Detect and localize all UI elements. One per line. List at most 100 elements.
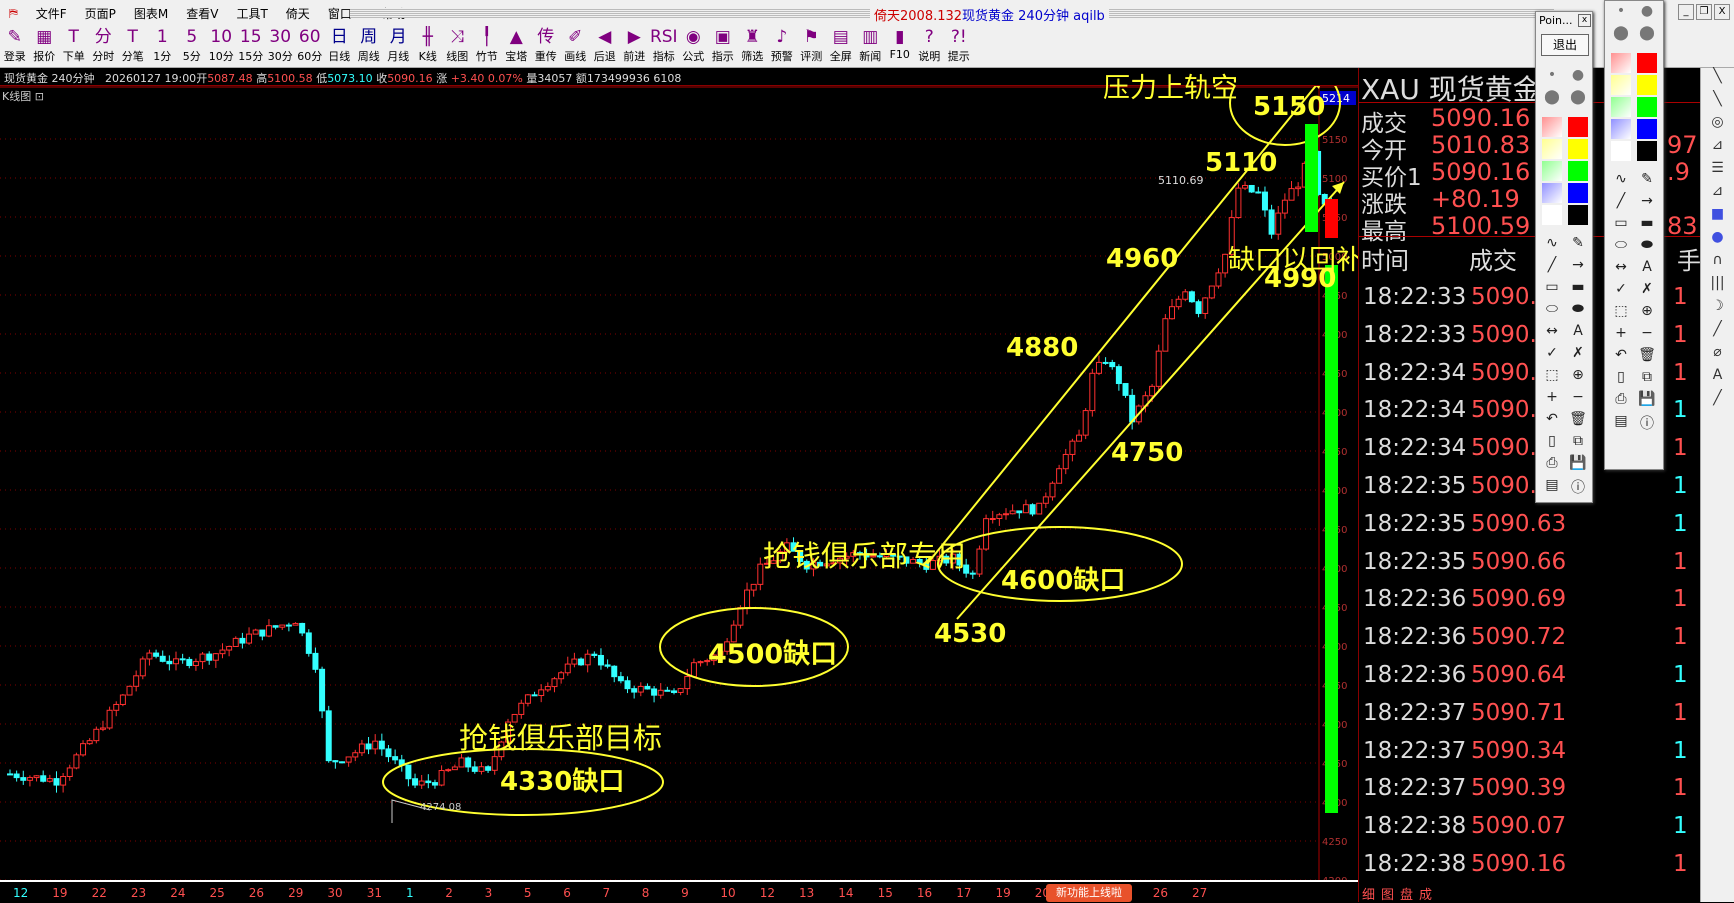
draw-tool-icon[interactable]: ⬚ [1540,367,1564,383]
color-swatch[interactable] [1542,117,1562,137]
color-swatch[interactable] [1637,97,1657,117]
draw-tool-icon[interactable]: ⎙ [1540,455,1564,471]
palette-close-icon[interactable]: x [1578,14,1591,27]
draw-tool-icon[interactable]: → [1566,257,1590,273]
toolbar-button[interactable]: ✎ 登录 [0,26,30,67]
color-swatch[interactable] [1568,161,1588,181]
toolbar-button[interactable]: 5 5分 [177,26,207,67]
toolbar-button[interactable]: ╿ 竹节 [472,26,502,67]
toolbar-button[interactable]: RSI 指标 [649,26,679,67]
color-swatch[interactable] [1611,75,1631,95]
toolbar-button[interactable]: ▲ 宝塔 [502,26,532,67]
toolbar-button[interactable]: 30 30分 [266,26,296,67]
draw-tool-icon[interactable]: ✎ [1635,171,1659,187]
draw-tool-icon[interactable]: ╲ [1701,91,1734,114]
draw-tool-icon[interactable]: + [1540,389,1564,405]
pen-size-icon[interactable]: ⬤ [1540,89,1564,105]
draw-tool-icon[interactable]: ↶ [1609,347,1633,363]
color-swatch[interactable] [1637,53,1657,73]
draw-tool-icon[interactable]: ∩ [1701,252,1734,275]
toolbar-button[interactable]: ⤨ 线图 [443,26,473,67]
color-swatch[interactable] [1542,139,1562,159]
menu-item[interactable]: 查看V [186,5,218,22]
restore-button[interactable]: ❐ [1696,4,1712,20]
toolbar-button[interactable]: ▦ 报价 [30,26,60,67]
close-button[interactable]: X [1714,4,1730,20]
draw-tool-icon[interactable]: ▯ [1609,369,1633,385]
draw-tool-icon[interactable]: ⬬ [1566,301,1590,317]
draw-tool-icon[interactable]: ✗ [1635,281,1659,297]
draw-tool-icon[interactable]: A [1701,367,1734,390]
draw-tool-icon[interactable]: 💾 [1635,391,1659,407]
draw-tool-icon[interactable]: ✓ [1540,345,1564,361]
color-swatch[interactable] [1611,141,1631,161]
toolbar-button[interactable]: ?! 提示 [944,26,974,67]
toolbar-button[interactable]: ✐ 画线 [561,26,591,67]
draw-tool-icon[interactable]: ⊿ [1701,137,1734,160]
draw-tool-icon[interactable]: ✓ [1609,281,1633,297]
pen-size-icon[interactable]: • [1540,67,1564,83]
menu-item[interactable]: 工具T [236,5,267,22]
color-swatch[interactable] [1542,183,1562,203]
draw-tool-icon[interactable]: ▭ [1540,279,1564,295]
toolbar-button[interactable]: ▥ 新闻 [856,26,886,67]
toolbar-button[interactable]: 日日线 [325,26,355,67]
toolbar-button[interactable]: 1 1分 [148,26,178,67]
draw-tool-icon[interactable]: A [1566,323,1590,339]
draw-tool-icon[interactable]: ▬ [1566,279,1590,295]
draw-tool-icon[interactable]: ↶ [1540,411,1564,427]
toolbar-button[interactable]: 10 10分 [207,26,237,67]
toolbar-button[interactable]: 传重传 [531,26,561,67]
toolbar-button[interactable]: ▮ F10 [885,26,915,67]
draw-tool-icon[interactable]: ⬬ [1635,237,1659,253]
pen-size-icon[interactable]: ● [1635,3,1659,19]
minimize-button[interactable]: _ [1678,4,1694,20]
draw-tool-icon[interactable]: − [1566,389,1590,405]
draw-tool-icon[interactable]: ⓘ [1566,477,1590,497]
draw-tool-icon[interactable]: ∿ [1540,235,1564,251]
draw-tool-icon[interactable]: ||| [1701,275,1734,298]
menu-item[interactable]: 文件F [36,5,67,22]
draw-tool-icon[interactable]: → [1635,193,1659,209]
toolbar-button[interactable]: ▶ 前进 [620,26,650,67]
menu-item[interactable]: 图表M [134,5,168,22]
toolbar-button[interactable]: 60 60分 [295,26,325,67]
toolbar-button[interactable]: 月月线 [384,26,414,67]
color-swatch[interactable] [1637,119,1657,139]
color-swatch[interactable] [1611,53,1631,73]
draw-tool-icon[interactable]: ╱ [1701,321,1734,344]
toolbar-button[interactable]: ⚑ 评测 [797,26,827,67]
toolbar-button[interactable]: ? 说明 [915,26,945,67]
draw-tool-icon[interactable]: ╲ [1701,68,1734,91]
color-swatch[interactable] [1542,161,1562,181]
draw-tool-icon[interactable]: ◎ [1701,114,1734,137]
draw-tool-icon[interactable]: 💾 [1566,455,1590,471]
draw-tool-icon[interactable]: − [1635,325,1659,341]
toolbar-button[interactable]: ╫ K线 [413,26,443,67]
toolbar-button[interactable]: ♜ 筛选 [738,26,768,67]
draw-tool-icon[interactable]: ✎ [1566,235,1590,251]
draw-tool-icon[interactable]: ☰ [1701,160,1734,183]
draw-tool-icon[interactable]: ⧉ [1635,369,1659,385]
new-feature-badge[interactable]: 新功能上线啦 [1046,884,1132,902]
toolbar-button[interactable]: ♪ 预警 [767,26,797,67]
kline-chart[interactable]: 5150510050505000495049004850480047504700… [0,86,1358,880]
pen-size-icon[interactable]: ● [1566,67,1590,83]
draw-tool-icon[interactable]: ↔ [1609,259,1633,275]
draw-tool-icon[interactable]: ✗ [1566,345,1590,361]
pen-size-icon[interactable]: ⬤ [1566,89,1590,105]
color-swatch[interactable] [1637,75,1657,95]
exit-button[interactable]: 退出 [1541,34,1589,56]
draw-tool-icon[interactable]: + [1609,325,1633,341]
draw-tool-icon[interactable]: ↔ [1540,323,1564,339]
draw-tool-icon[interactable]: ⬭ [1540,301,1564,317]
toolbar-button[interactable]: T 分笔 [118,26,148,67]
color-swatch[interactable] [1568,205,1588,225]
draw-tool-icon[interactable]: ⊕ [1635,303,1659,319]
toolbar-button[interactable]: ◀ 后退 [590,26,620,67]
toolbar-button[interactable]: ▤ 全屏 [826,26,856,67]
draw-tool-icon[interactable]: ▬ [1635,215,1659,231]
draw-tool-icon[interactable]: ⧉ [1566,433,1590,449]
toolbar-button[interactable]: T 下单 [59,26,89,67]
color-swatch[interactable] [1611,97,1631,117]
